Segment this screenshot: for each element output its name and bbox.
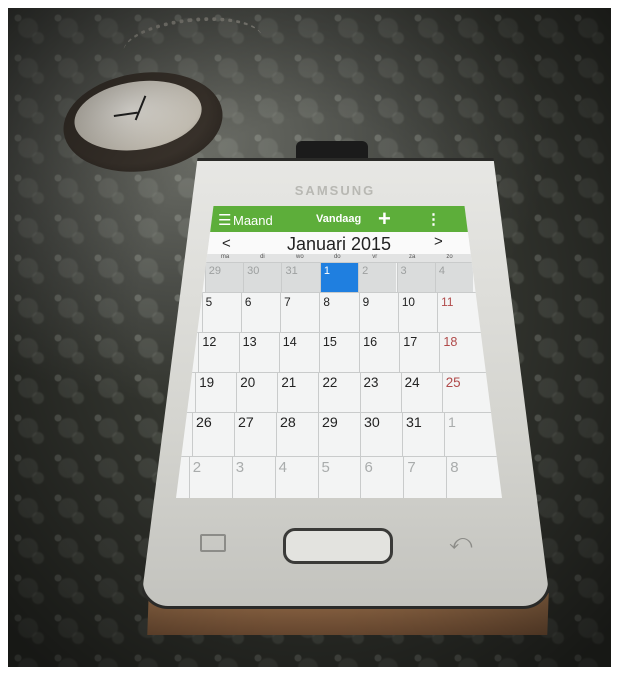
weekday-label: vr: [372, 254, 378, 260]
home-button[interactable]: [283, 528, 393, 564]
calendar-day-cell[interactable]: 16: [359, 333, 399, 373]
calendar-day-cell[interactable]: 26: [192, 413, 234, 457]
calendar-day-cell[interactable]: 29: [318, 413, 360, 457]
weekday-label: zo: [446, 254, 453, 260]
calendar-week-row: 5 6 7 8 9 10 11: [176, 292, 502, 333]
calendar-day-cell[interactable]: 2: [358, 263, 397, 293]
weekday-label: di: [260, 254, 265, 260]
calendar-day-cell[interactable]: 29: [204, 263, 244, 293]
calendar-day-cell[interactable]: 30: [243, 263, 282, 293]
calendar-day-cell[interactable]: 25: [441, 373, 483, 413]
calendar-week-row: 12 13 14 15 16 17 18: [176, 332, 502, 373]
calendar-day-cell[interactable]: 27: [234, 413, 276, 457]
calendar-week-row: 26 27 28 29 30 31 1: [176, 412, 502, 457]
calendar-week-row: 29 30 31 1 2 3 4: [176, 262, 502, 293]
calendar-day-cell[interactable]: 31: [402, 413, 444, 457]
calendar-week-row: 2345678: [176, 456, 502, 498]
calendar-day-cell[interactable]: 14: [278, 333, 319, 373]
calendar-day-cell[interactable]: 8: [446, 457, 489, 498]
weekday-label: do: [333, 254, 341, 260]
calendar-day-cell[interactable]: 24: [400, 373, 442, 413]
calendar-day-cell[interactable]: 20: [236, 373, 277, 413]
menu-icon[interactable]: ☰: [218, 211, 231, 229]
weekday-label: za: [408, 254, 416, 260]
calendar-day-cell[interactable]: 2: [188, 457, 232, 498]
calendar-day-cell[interactable]: 12: [198, 333, 238, 373]
calendar-day-cell[interactable]: 4: [274, 457, 318, 498]
back-icon[interactable]: ⤺: [449, 529, 473, 555]
phone-brand-logo: SAMSUNG: [294, 183, 376, 198]
calendar-day-cell[interactable]: 9: [358, 293, 398, 333]
calendar-day-cell[interactable]: 11: [437, 293, 476, 333]
month-title: Januari 2015: [286, 234, 392, 254]
weekday-header: ma di wo do vr za zo: [176, 254, 502, 262]
calendar-day-cell[interactable]: 6: [360, 457, 403, 498]
calendar-day-cell[interactable]: 5: [317, 457, 361, 498]
add-event-button[interactable]: +: [378, 206, 391, 232]
next-month-icon[interactable]: >: [434, 233, 443, 250]
calendar-day-cell[interactable]: 18: [439, 333, 479, 373]
month-navigation: < Januari 2015 >: [176, 232, 502, 254]
today-button[interactable]: Vandaag: [316, 213, 361, 225]
calendar-day-cell[interactable]: 3: [231, 457, 275, 498]
calendar-day-cell[interactable]: 30: [360, 413, 402, 457]
calendar-day-cell[interactable]: 31: [281, 263, 320, 293]
calendar-day-cell[interactable]: 1: [444, 413, 486, 457]
recent-apps-icon[interactable]: [200, 534, 226, 552]
calendar-day-cell[interactable]: 1: [319, 263, 359, 293]
more-options-icon[interactable]: ⋮: [426, 210, 441, 228]
calendar-day-cell[interactable]: 15: [318, 333, 359, 373]
calendar-day-cell[interactable]: 3: [396, 263, 435, 293]
calendar-action-bar: ☰ Maand Vandaag + ⋮: [176, 206, 502, 232]
calendar-day-cell[interactable]: 19: [195, 373, 236, 413]
calendar-day-cell[interactable]: 10: [397, 293, 437, 333]
calendar-day-cell[interactable]: 5: [201, 293, 241, 333]
calendar-day-cell[interactable]: 8: [319, 293, 358, 333]
calendar-day-cell[interactable]: 4: [434, 263, 474, 293]
calendar-day-cell[interactable]: 6: [240, 293, 280, 333]
calendar-day-cell[interactable]: 17: [399, 333, 439, 373]
view-selector[interactable]: Maand: [233, 213, 273, 228]
calendar-day-cell[interactable]: 7: [280, 293, 319, 333]
calendar-day-cell[interactable]: 7: [403, 457, 446, 498]
weekday-label: ma: [220, 254, 230, 260]
month-grid: 29 30 31 1 2 3 4 5 6 7 8 9 10 11 12 13 14 15 16 17 18 19 20 21 2…: [176, 262, 502, 498]
calendar-day-cell[interactable]: 22: [318, 373, 359, 413]
calendar-day-cell[interactable]: 13: [238, 333, 279, 373]
calendar-day-cell[interactable]: 23: [359, 373, 401, 413]
calendar-day-cell[interactable]: 21: [277, 373, 318, 413]
calendar-day-cell[interactable]: 28: [276, 413, 318, 457]
weekday-label: wo: [296, 254, 304, 260]
phone-screen: ☰ Maand Vandaag + ⋮ < Januari 2015 > ma d…: [176, 206, 502, 498]
calendar-week-row: 19 20 21 22 23 24 25: [176, 372, 502, 413]
